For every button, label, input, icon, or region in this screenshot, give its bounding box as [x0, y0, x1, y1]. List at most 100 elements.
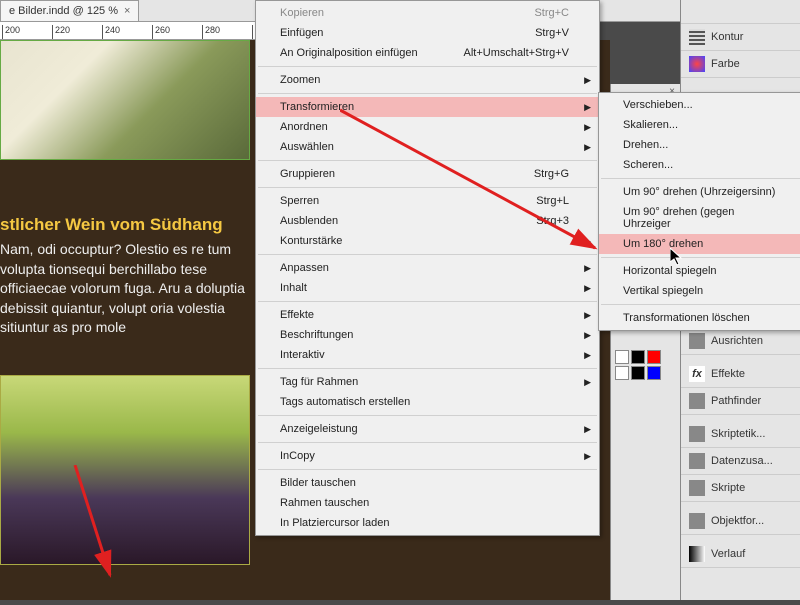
- menu-item-label: Um 180° drehen: [623, 238, 703, 250]
- context-menu-item[interactable]: Anordnen▶: [256, 117, 599, 137]
- ruler-tick: 280: [202, 25, 252, 39]
- menu-separator: [258, 368, 597, 369]
- context-menu-item[interactable]: GruppierenStrg+G: [256, 164, 599, 184]
- menu-item-label: Anordnen: [280, 121, 328, 133]
- color-icon: [689, 56, 705, 72]
- transform-submenu-item[interactable]: Um 180° drehen: [599, 234, 800, 254]
- context-menu-item[interactable]: Anzeigeleistung▶: [256, 419, 599, 439]
- transform-submenu-item[interactable]: Um 90° drehen (Uhrzeigersinn): [599, 182, 800, 202]
- transform-submenu-item[interactable]: Um 90° drehen (gegen Uhrzeiger: [599, 202, 800, 234]
- context-menu-item[interactable]: KopierenStrg+C: [256, 3, 599, 23]
- context-menu-item[interactable]: Tag für Rahmen▶: [256, 372, 599, 392]
- body-text[interactable]: Nam, odi occuptur? Olestio es re tum vol…: [0, 240, 245, 338]
- menu-item-shortcut: Alt+Umschalt+Strg+V: [464, 47, 569, 59]
- swatch[interactable]: [647, 350, 661, 364]
- panel-skriptetiketten[interactable]: Skriptetik...: [681, 421, 800, 448]
- context-menu-item[interactable]: An Originalposition einfügenAlt+Umschalt…: [256, 43, 599, 63]
- swatch[interactable]: [615, 366, 629, 380]
- context-menu-item[interactable]: Effekte▶: [256, 305, 599, 325]
- context-menu-item[interactable]: Inhalt▶: [256, 278, 599, 298]
- align-icon: [689, 333, 705, 349]
- transform-submenu-item[interactable]: Scheren...: [599, 155, 800, 175]
- gradient-icon: [689, 546, 705, 562]
- transform-submenu-item[interactable]: Drehen...: [599, 135, 800, 155]
- menu-item-shortcut: Strg+V: [535, 27, 569, 39]
- menu-item-label: Skalieren...: [623, 119, 678, 131]
- context-menu-item[interactable]: Rahmen tauschen: [256, 493, 599, 513]
- menu-item-label: Bilder tauschen: [280, 477, 356, 489]
- menu-item-label: Interaktiv: [280, 349, 325, 361]
- tab-title: e Bilder.indd @ 125 %: [9, 5, 118, 17]
- submenu-arrow-icon: ▶: [584, 142, 591, 153]
- close-icon[interactable]: ×: [124, 5, 130, 17]
- panel-label: Skriptetik...: [711, 428, 765, 440]
- image-frame-grapes[interactable]: [0, 375, 250, 565]
- menu-separator: [258, 415, 597, 416]
- panel-datenzusammenfuehrung[interactable]: Datenzusa...: [681, 448, 800, 475]
- panel-pathfinder[interactable]: Pathfinder: [681, 388, 800, 415]
- submenu-arrow-icon: ▶: [584, 310, 591, 321]
- context-menu-item[interactable]: InCopy▶: [256, 446, 599, 466]
- menu-separator: [258, 301, 597, 302]
- swatch[interactable]: [631, 366, 645, 380]
- panel-objektformate[interactable]: Objektfor...: [681, 508, 800, 535]
- fx-icon: fx: [689, 366, 705, 382]
- context-menu-item[interactable]: Beschriftungen▶: [256, 325, 599, 345]
- transform-submenu-item[interactable]: Skalieren...: [599, 115, 800, 135]
- context-menu-item[interactable]: In Platziercursor laden: [256, 513, 599, 533]
- context-menu-item[interactable]: Anpassen▶: [256, 258, 599, 278]
- panel-label: Ausrichten: [711, 335, 763, 347]
- ruler-tick: 200: [2, 25, 52, 39]
- menu-item-label: Rahmen tauschen: [280, 497, 369, 509]
- context-menu-item[interactable]: Bilder tauschen: [256, 473, 599, 493]
- menu-item-shortcut: Strg+L: [536, 195, 569, 207]
- menu-item-label: Einfügen: [280, 27, 323, 39]
- image-frame-asparagus[interactable]: [0, 40, 250, 160]
- context-menu-item[interactable]: Transformieren▶: [256, 97, 599, 117]
- menu-item-shortcut: Strg+3: [536, 215, 569, 227]
- submenu-arrow-icon: ▶: [584, 377, 591, 388]
- context-menu-item[interactable]: Interaktiv▶: [256, 345, 599, 365]
- swatch[interactable]: [615, 350, 629, 364]
- panel-effekte[interactable]: fx Effekte: [681, 361, 800, 388]
- transform-submenu-item[interactable]: Verschieben...: [599, 95, 800, 115]
- panel-label: Effekte: [711, 368, 745, 380]
- menu-item-shortcut: Strg+C: [534, 7, 569, 19]
- transform-submenu-item[interactable]: Transformationen löschen: [599, 308, 800, 328]
- context-menu-item[interactable]: AusblendenStrg+3: [256, 211, 599, 231]
- swatch[interactable]: [631, 350, 645, 364]
- context-menu-item[interactable]: Tags automatisch erstellen: [256, 392, 599, 412]
- menu-item-label: Beschriftungen: [280, 329, 353, 341]
- menu-separator: [258, 254, 597, 255]
- swatch[interactable]: [647, 366, 661, 380]
- transform-submenu: Verschieben... Skalieren... Drehen... Scher…: [598, 92, 800, 331]
- menu-item-label: Drehen...: [623, 139, 668, 151]
- tag-icon: [689, 426, 705, 442]
- object-icon: [689, 513, 705, 529]
- context-menu: KopierenStrg+C Einfügen Strg+V An Originalp…: [255, 0, 600, 536]
- panel-ausrichten[interactable]: Ausrichten: [681, 328, 800, 355]
- panel-skripte[interactable]: Skripte: [681, 475, 800, 502]
- stroke-icon: [689, 29, 705, 45]
- context-menu-item[interactable]: Sperren Strg+L: [256, 191, 599, 211]
- panel-farbe[interactable]: Farbe: [681, 51, 800, 78]
- menu-item-label: Transformieren: [280, 101, 354, 113]
- menu-item-label: Um 90° drehen (Uhrzeigersinn): [623, 186, 775, 198]
- panel-label: Verlauf: [711, 548, 745, 560]
- transform-submenu-item[interactable]: Vertikal spiegeln: [599, 281, 800, 301]
- ruler-tick: 220: [52, 25, 102, 39]
- menu-item-label: Verschieben...: [623, 99, 693, 111]
- menu-separator: [601, 257, 800, 258]
- context-menu-item[interactable]: Einfügen Strg+V: [256, 23, 599, 43]
- context-menu-item[interactable]: Konturstärke▶: [256, 231, 599, 251]
- transform-submenu-item[interactable]: Horizontal spiegeln: [599, 261, 800, 281]
- menu-item-label: Sperren: [280, 195, 319, 207]
- context-menu-item[interactable]: Auswählen▶: [256, 137, 599, 157]
- document-tab[interactable]: e Bilder.indd @ 125 % ×: [0, 0, 139, 21]
- context-menu-item[interactable]: Zoomen▶: [256, 70, 599, 90]
- menu-item-label: Anpassen: [280, 262, 329, 274]
- panel-verlauf[interactable]: Verlauf: [681, 541, 800, 568]
- menu-item-label: Horizontal spiegeln: [623, 265, 717, 277]
- headline-text[interactable]: stlicher Wein vom Südhang: [0, 215, 223, 235]
- panel-kontur[interactable]: Kontur: [681, 24, 800, 51]
